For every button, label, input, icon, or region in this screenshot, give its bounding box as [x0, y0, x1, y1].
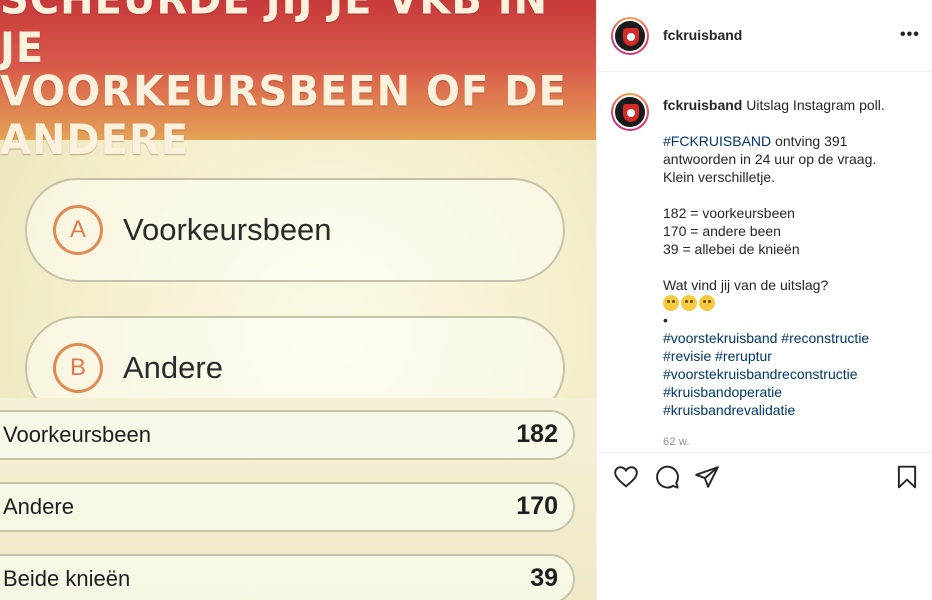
result-label: Beide knieën — [3, 566, 131, 591]
caption-line: ontving 391 — [775, 133, 848, 149]
caption-area: fckruisband Uitslag Instagram poll. #FCK… — [597, 72, 932, 452]
result-count: 182 — [516, 420, 558, 448]
panel-footer-space — [597, 502, 932, 600]
hashtag-link[interactable]: #voorstekruisbandreconstructie — [663, 365, 913, 383]
avatar[interactable] — [611, 17, 649, 55]
option-label-b: Andere — [123, 350, 223, 385]
caption-dot: • — [663, 312, 668, 328]
result-label: Voorkeursbeen — [3, 422, 151, 447]
post-image[interactable]: SCHEURDE JIJ JE VKB IN JE VOORKEURSBEEN … — [0, 0, 596, 600]
caption-line: Klein verschilletje. — [663, 169, 776, 185]
result-label: Andere — [3, 494, 74, 519]
club-logo-icon — [613, 95, 647, 129]
caption-stat: 39 = allebei de knieën — [663, 241, 800, 257]
hashtag-link[interactable]: #kruisbandrevalidatie — [663, 401, 913, 419]
comment-icon[interactable] — [654, 464, 680, 490]
result-row-beide: Beide knieën 39 — [0, 554, 575, 600]
result-row-voorkeursbeen: Voorkeursbeen 182 — [0, 410, 575, 460]
header-username[interactable]: fckruisband — [663, 27, 742, 43]
club-logo-icon — [613, 19, 647, 53]
caption-text: fckruisband Uitslag Instagram poll. #FCK… — [663, 96, 913, 419]
action-bar — [597, 452, 932, 502]
poll-question-banner: SCHEURDE JIJ JE VKB IN JE VOORKEURSBEEN … — [0, 0, 596, 164]
bookmark-icon[interactable] — [894, 464, 920, 490]
caption-title: Uitslag Instagram poll. — [746, 97, 885, 113]
result-count: 170 — [516, 492, 558, 520]
grimacing-face-icon — [663, 295, 679, 311]
result-row-andere: Andere 170 — [0, 482, 575, 532]
poll-question-line-2: VOORKEURSBEEN OF DE ANDERE — [0, 67, 567, 165]
caption-line: antwoorden in 24 uur op de vraag. — [663, 151, 877, 167]
option-letter-b: B — [53, 343, 103, 393]
hashtag-link[interactable]: #voorstekruisband #reconstructie — [663, 329, 913, 347]
caption-stat: 182 = voorkeursbeen — [663, 205, 795, 221]
caption-question: Wat vind jij van de uitslag? — [663, 277, 829, 293]
result-count: 39 — [530, 564, 558, 592]
caption-avatar[interactable] — [611, 93, 649, 131]
caption-stat: 170 = andere been — [663, 223, 781, 239]
flushed-face-icon — [681, 295, 697, 311]
share-icon[interactable] — [694, 464, 720, 490]
poll-option-a: A Voorkeursbeen — [25, 178, 565, 282]
hashtag-link[interactable]: #FCKRUISBAND — [663, 133, 771, 149]
poll-question-line-1: SCHEURDE JIJ JE VKB IN JE — [0, 0, 547, 73]
post-header: fckruisband ••• — [597, 0, 932, 72]
option-label-a: Voorkeursbeen — [123, 212, 332, 247]
caption-username[interactable]: fckruisband — [663, 97, 742, 113]
post-timestamp[interactable]: 62 w. — [663, 436, 690, 448]
heart-icon[interactable] — [613, 464, 639, 490]
emoji-row — [663, 295, 913, 311]
more-options-icon[interactable]: ••• — [900, 26, 919, 44]
hashtag-link[interactable]: #revisie #reruptur — [663, 347, 913, 365]
thinking-face-icon — [699, 295, 715, 311]
hashtag-link[interactable]: #kruisbandoperatie — [663, 383, 913, 401]
post-side-panel: fckruisband ••• fckruisband Uitslag Inst… — [596, 0, 932, 600]
option-letter-a: A — [53, 205, 103, 255]
